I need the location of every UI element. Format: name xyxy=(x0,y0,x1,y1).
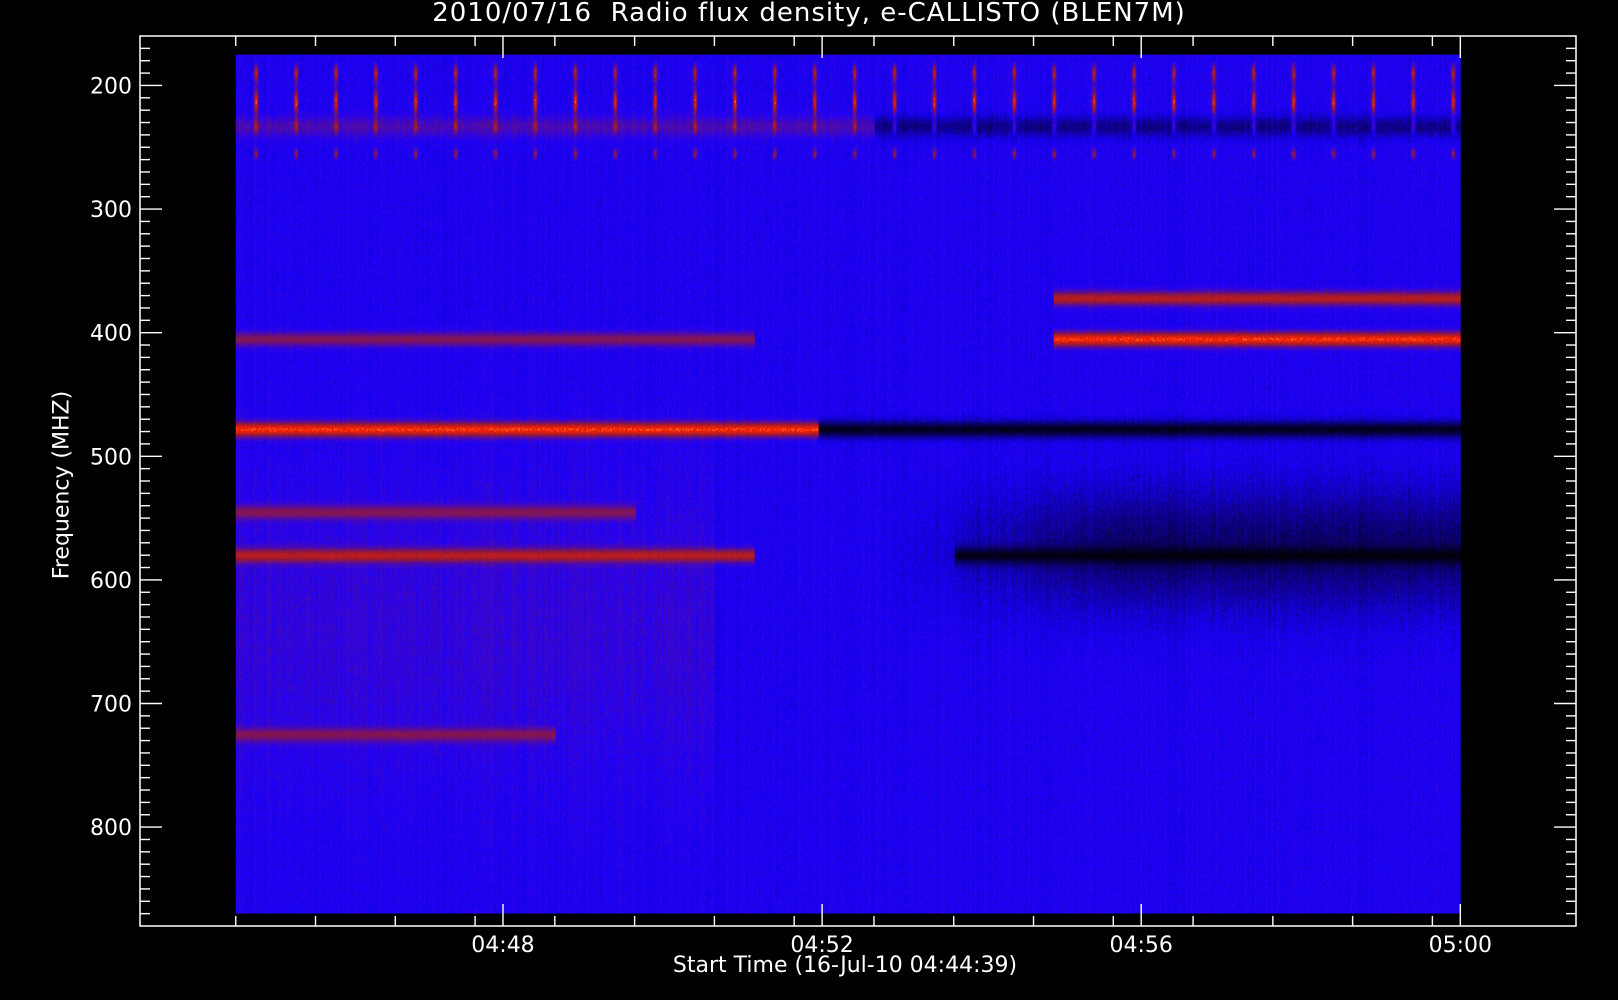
chart-title: 2010/07/16 Radio flux density, e-CALLIST… xyxy=(432,0,1186,28)
y-tick-label: 400 xyxy=(90,322,132,347)
y-tick-label: 300 xyxy=(90,198,132,223)
spectrogram-chart: 04:48 04:52 04:56 05:00 2003004005006007008… xyxy=(90,35,1577,958)
x-axis-label: Start Time (16-Jul-10 04:44:39) xyxy=(672,953,1018,978)
y-tick-label: 500 xyxy=(90,445,132,470)
y-axis-label: Frequency (MHZ) xyxy=(49,390,75,580)
spectrogram-image xyxy=(235,54,1461,914)
spectrogram-pixels xyxy=(235,54,1461,914)
y-tick-label: 800 xyxy=(90,816,132,841)
y-tick-label: 700 xyxy=(90,693,132,718)
y-tick-label: 600 xyxy=(90,569,132,594)
y-tick-label: 200 xyxy=(90,74,132,99)
